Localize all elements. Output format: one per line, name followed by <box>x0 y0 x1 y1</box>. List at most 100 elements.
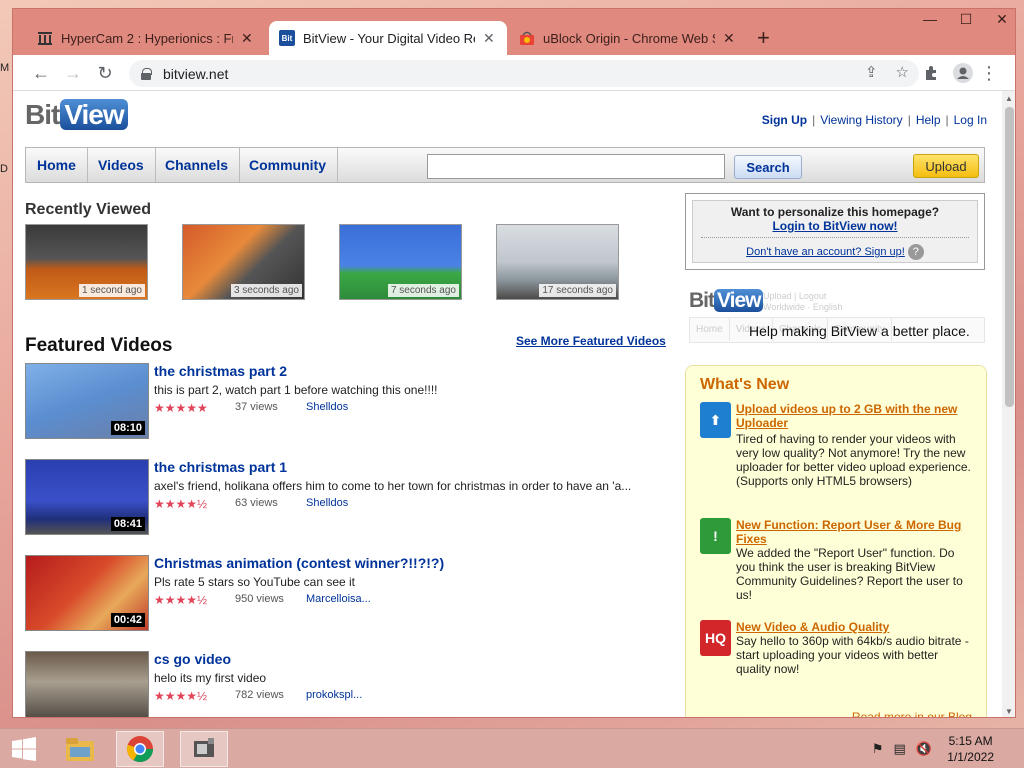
search-input[interactable] <box>427 154 725 179</box>
museum-icon <box>37 30 53 46</box>
desktop-edge-letter: M <box>0 62 10 74</box>
network-icon[interactable]: ▤ <box>894 741 906 757</box>
chrome-taskbar-icon[interactable] <box>116 731 164 767</box>
maximize-button[interactable]: ☐ <box>959 11 973 28</box>
logo-bit: Bit <box>25 99 60 130</box>
video-thumbnail[interactable]: 08:10 <box>25 363 149 439</box>
tab-hypercam[interactable]: HyperCam 2 : Hyperionics : Free ... ✕ <box>27 21 271 55</box>
extensions-puzzle-icon[interactable] <box>919 61 943 85</box>
page-viewport[interactable]: Bit View Sign Up | Viewing History | Help | Log… <box>13 91 1015 717</box>
news-body: Say hello to 360p with 64kb/s audio bitr… <box>736 634 969 676</box>
video-title-link[interactable]: the christmas part 2 <box>154 363 287 379</box>
bitview-logo[interactable]: Bit View <box>25 99 128 131</box>
forward-arrow-icon[interactable]: → <box>61 61 85 85</box>
read-more-blog-link[interactable]: Read more in our Blog <box>852 710 972 717</box>
login-now-link[interactable]: Login to BitView now! <box>693 219 977 233</box>
featured-videos-title: Featured Videos <box>25 335 173 356</box>
volume-muted-icon[interactable]: 🔇 <box>916 741 932 757</box>
tab-strip: HyperCam 2 : Hyperionics : Free ... ✕ Bi… <box>13 9 1015 55</box>
hq-icon: HQ <box>700 620 731 656</box>
whats-new-title: What's New <box>700 376 790 393</box>
news-headline[interactable]: New Video & Audio Quality <box>736 620 976 634</box>
clock-date: 1/1/2022 <box>947 750 994 764</box>
view-count: 37 views <box>235 401 278 413</box>
upload-button[interactable]: Upload <box>913 154 979 178</box>
menu-kebab-icon[interactable]: ⋮ <box>977 61 1001 85</box>
video-row: 08:41 the christmas part 1 axel's friend… <box>25 459 665 539</box>
close-tab-icon[interactable]: ✕ <box>723 30 735 47</box>
recent-thumbnail[interactable]: 17 seconds ago <box>496 224 619 300</box>
reload-icon[interactable]: ↻ <box>93 61 117 85</box>
nav-channels[interactable]: Channels <box>154 148 241 182</box>
close-window-button[interactable]: ✕ <box>995 11 1009 28</box>
recent-thumbnail[interactable]: 1 second ago <box>25 224 148 300</box>
recent-time-label: 3 seconds ago <box>230 284 302 297</box>
action-center-flag-icon[interactable]: ⚑ <box>872 741 884 757</box>
tab-title: BitView - Your Digital Video Repository <box>303 30 475 46</box>
uploader-link[interactable]: Shelldos <box>306 497 348 509</box>
bookmark-star-icon[interactable]: ☆ <box>896 63 909 81</box>
search-button[interactable]: Search <box>734 155 802 179</box>
nav-community[interactable]: Community <box>238 148 338 182</box>
start-windows-icon[interactable] <box>0 731 48 767</box>
news-headline[interactable]: Upload videos up to 2 GB with the new Up… <box>736 402 976 430</box>
uploader-link[interactable]: Marcelloisa... <box>306 593 371 605</box>
taskbar-clock[interactable]: 5:15 AM 1/1/2022 <box>947 733 994 765</box>
video-description: axel's friend, holikana offers him to co… <box>154 479 632 493</box>
vertical-scrollbar[interactable]: ▲ ▼ <box>1002 91 1015 717</box>
address-bar[interactable]: bitview.net ⇪ ☆ <box>129 60 919 87</box>
browser-window: HyperCam 2 : Hyperionics : Free ... ✕ Bi… <box>12 8 1016 718</box>
back-arrow-icon[interactable]: ← <box>29 61 53 85</box>
file-explorer-icon[interactable] <box>56 731 104 767</box>
scroll-down-arrow-icon[interactable]: ▼ <box>1005 707 1013 716</box>
url-text: bitview.net <box>163 65 229 82</box>
recent-thumbnail[interactable]: 7 seconds ago <box>339 224 462 300</box>
nav-videos[interactable]: Videos <box>87 148 156 182</box>
profile-avatar-icon[interactable] <box>951 61 975 85</box>
signup-link[interactable]: Don't have an account? Sign up! <box>746 246 905 258</box>
video-thumbnail[interactable] <box>25 651 149 717</box>
uploader-link[interactable]: prokokspl... <box>306 689 362 701</box>
recent-time-label: 1 second ago <box>78 284 145 297</box>
news-headline[interactable]: New Function: Report User & More Bug Fix… <box>736 518 976 546</box>
view-count: 63 views <box>235 497 278 509</box>
help-question-icon[interactable]: ? <box>907 244 924 260</box>
video-title-link[interactable]: Christmas animation (contest winner?!!?!… <box>154 555 444 571</box>
uploader-link[interactable]: Shelldos <box>306 401 348 413</box>
video-title-link[interactable]: the christmas part 1 <box>154 459 287 475</box>
mini-tagline: Help making BitView a better place. <box>749 323 970 339</box>
news-body: We added the "Report User" function. Do … <box>736 546 963 602</box>
new-tab-button[interactable]: + <box>757 25 770 51</box>
lock-icon <box>141 67 152 80</box>
rating-stars: ★★★★½ <box>154 497 208 511</box>
share-icon[interactable]: ⇪ <box>865 63 878 81</box>
news-body: Tired of having to render your videos wi… <box>736 432 971 488</box>
help-link[interactable]: Help <box>916 113 941 127</box>
bitview-page: Bit View Sign Up | Viewing History | Help | Log… <box>25 91 987 717</box>
recent-thumbnail[interactable]: 3 seconds ago <box>182 224 305 300</box>
personalize-question: Want to personalize this homepage? <box>730 205 940 219</box>
scroll-up-arrow-icon[interactable]: ▲ <box>1005 94 1013 103</box>
window-controls: — ☐ ✕ <box>923 11 1009 28</box>
video-thumbnail[interactable]: 00:42 <box>25 555 149 631</box>
see-more-featured-link[interactable]: See More Featured Videos <box>516 334 666 348</box>
hypercam-taskbar-icon[interactable] <box>180 731 228 767</box>
scrollbar-thumb[interactable] <box>1005 107 1014 407</box>
logo-view: View <box>60 99 128 130</box>
browser-toolbar: ← → ↻ bitview.net ⇪ ☆ ⋮ <box>13 55 1015 91</box>
close-tab-icon[interactable]: ✕ <box>483 30 495 47</box>
video-title-link[interactable]: cs go video <box>154 651 231 667</box>
close-tab-icon[interactable]: ✕ <box>241 30 253 47</box>
nav-home[interactable]: Home <box>26 148 88 182</box>
video-description: Pls rate 5 stars so YouTube can see it <box>154 575 356 589</box>
video-thumbnail[interactable]: 08:41 <box>25 459 149 535</box>
minimize-button[interactable]: — <box>923 11 937 28</box>
viewing-history-link[interactable]: Viewing History <box>820 113 902 127</box>
video-description: helo its my first video <box>154 671 267 685</box>
tab-ublock[interactable]: uBlock Origin - Chrome Web Store ✕ <box>509 21 749 55</box>
log-in-link[interactable]: Log In <box>954 113 987 127</box>
sign-up-link[interactable]: Sign Up <box>762 113 807 127</box>
video-description: this is part 2, watch part 1 before watc… <box>154 383 438 397</box>
recent-time-label: 17 seconds ago <box>539 284 616 297</box>
tab-bitview[interactable]: Bit BitView - Your Digital Video Reposit… <box>269 21 507 55</box>
